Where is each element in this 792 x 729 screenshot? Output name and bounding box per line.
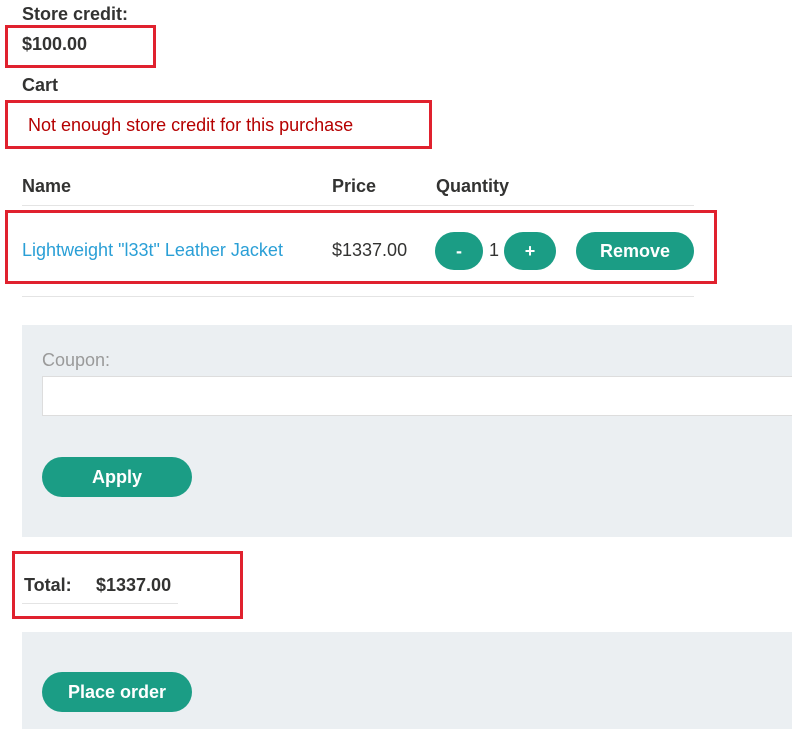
- highlight-box-total: [12, 551, 243, 619]
- column-header-quantity: Quantity: [436, 176, 510, 196]
- store-credit-label: Store credit:: [22, 4, 129, 24]
- table-row-divider: [22, 296, 694, 297]
- apply-coupon-button[interactable]: Apply: [42, 457, 192, 497]
- column-header-name: Name: [22, 176, 72, 196]
- coupon-input[interactable]: [42, 376, 792, 416]
- highlight-box-item-row: [5, 210, 717, 284]
- column-header-price: Price: [332, 176, 377, 196]
- place-order-button[interactable]: Place order: [42, 672, 192, 712]
- highlight-box-credit: [5, 25, 156, 68]
- highlight-box-error: [5, 100, 432, 149]
- table-header-divider: [22, 205, 694, 206]
- coupon-label: Coupon:: [42, 350, 111, 370]
- cart-title: Cart: [22, 75, 59, 95]
- coupon-panel: [22, 325, 792, 537]
